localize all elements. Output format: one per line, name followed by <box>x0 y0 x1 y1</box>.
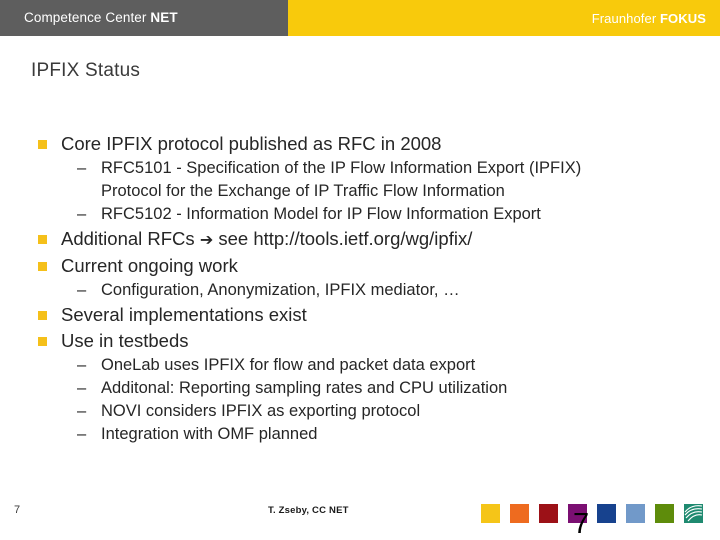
sub-bullet-item: – NOVI considers IPFIX as exporting proto… <box>31 400 696 423</box>
sub-bullet-item: – Additonal: Reporting sampling rates and… <box>31 377 696 400</box>
bullet-text: Additional RFCs <box>61 228 200 249</box>
arrow-right-icon: ➔ <box>199 230 214 249</box>
bullet-dash-icon: – <box>77 425 87 443</box>
header-right-panel: Fraunhofer FOKUS <box>288 0 720 36</box>
footer-author-label: T. Zseby, CC NET <box>268 505 349 516</box>
bullet-dash-icon: – <box>77 379 87 397</box>
sub-bullet-text: NOVI considers IPFIX as exporting protoc… <box>101 402 421 420</box>
bullet-dash-icon: – <box>77 281 87 299</box>
bullet-item: Core IPFIX protocol published as RFC in … <box>31 131 696 157</box>
sub-bullet-text: RFC5101 - Specification of the IP Flow I… <box>101 159 582 177</box>
sub-bullet-text: Integration with OMF planned <box>101 425 318 443</box>
swatch-dark-blue <box>597 504 616 523</box>
bullet-dash-icon: – <box>77 356 87 374</box>
swatch-olive-green <box>655 504 674 523</box>
sub-bullet-item: – RFC5101 - Specification of the IP Flow … <box>31 157 696 203</box>
slide-canvas: Competence Center NET Fraunhofer FOKUS I… <box>0 0 720 540</box>
bullet-square-icon <box>38 140 47 149</box>
header-left-panel: Competence Center NET <box>0 0 288 36</box>
swatch-dark-red <box>539 504 558 523</box>
sub-bullet-item: – OneLab uses IPFIX for flow and packet d… <box>31 354 696 377</box>
page-title: IPFIX Status <box>31 60 141 81</box>
bullet-square-icon <box>38 311 47 320</box>
bullet-text: Current ongoing work <box>61 255 238 276</box>
sub-bullet-text: Additonal: Reporting sampling rates and … <box>101 379 508 397</box>
bullet-dash-icon: – <box>77 205 87 223</box>
sub-bullet-text: Protocol for the Exchange of IP Traffic … <box>101 182 505 200</box>
color-swatch-strip <box>481 504 703 523</box>
swatch-light-blue <box>626 504 645 523</box>
fraunhofer-logo-icon <box>684 504 703 523</box>
brand-bold-text: FOKUS <box>660 11 706 26</box>
sub-bullet-item: – RFC5102 - Information Model for IP Flow… <box>31 203 696 226</box>
fraunhofer-fokus-brand: Fraunhofer FOKUS <box>592 11 706 26</box>
bullet-square-icon <box>38 337 47 346</box>
sub-bullet-text: OneLab uses IPFIX for flow and packet da… <box>101 356 476 374</box>
brand-light-text: Fraunhofer <box>591 11 660 26</box>
bullet-item: Current ongoing work <box>31 253 696 279</box>
bullet-dash-icon: – <box>77 402 87 420</box>
sub-bullet-item: – Integration with OMF planned <box>31 423 696 446</box>
header-bar: Competence Center NET Fraunhofer FOKUS <box>0 0 720 36</box>
bullet-text: Use in testbeds <box>61 330 189 351</box>
swatch-yellow <box>481 504 500 523</box>
large-page-number: 7 <box>573 508 590 540</box>
bullet-item: Use in testbeds <box>31 328 696 354</box>
sub-bullet-text: Configuration, Anonymization, IPFIX medi… <box>101 281 460 299</box>
bullet-square-icon <box>38 235 47 244</box>
footer-page-number: 7 <box>14 504 21 516</box>
bullet-item: Several implementations exist <box>31 302 696 328</box>
competence-center-label: Competence Center NET <box>24 10 178 25</box>
sub-bullet-text: RFC5102 - Information Model for IP Flow … <box>101 205 541 223</box>
bullet-item: Additional RFCs ➔ see http://tools.ietf.… <box>31 226 696 253</box>
swatch-orange <box>510 504 529 523</box>
bullet-dash-icon: – <box>77 159 87 177</box>
bullet-square-icon <box>38 262 47 271</box>
competence-center-label-strong: NET <box>150 10 178 25</box>
competence-center-label-plain: Competence Center <box>24 10 151 25</box>
sub-bullet-item: – Configuration, Anonymization, IPFIX med… <box>31 279 696 302</box>
bullet-text-link: see http://tools.ietf.org/wg/ipfix/ <box>213 228 473 249</box>
bullet-text: Core IPFIX protocol published as RFC in … <box>61 133 442 154</box>
bullet-text: Several implementations exist <box>61 304 307 325</box>
bullet-list: Core IPFIX protocol published as RFC in … <box>31 131 696 446</box>
